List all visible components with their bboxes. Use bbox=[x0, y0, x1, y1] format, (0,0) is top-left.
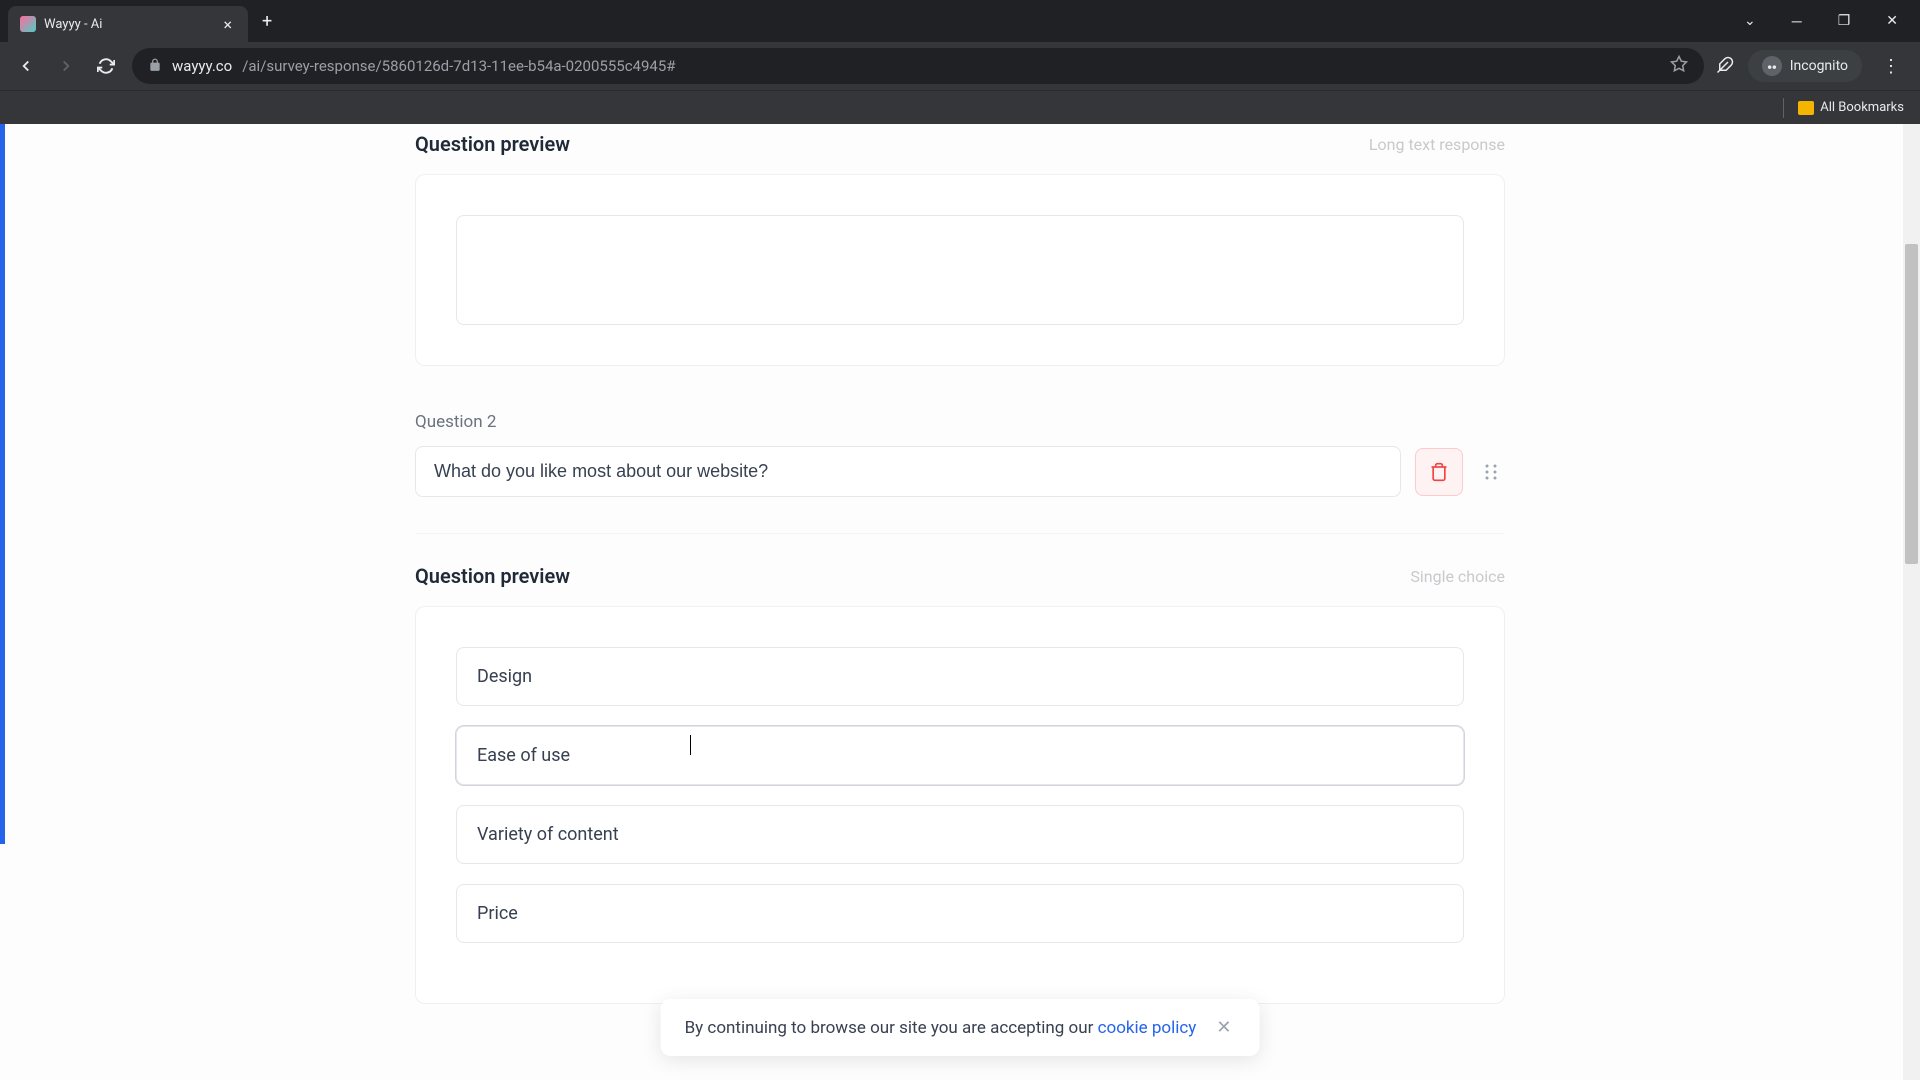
choice-option-variety[interactable]: Variety of content bbox=[456, 805, 1464, 864]
bookmarks-label: All Bookmarks bbox=[1820, 100, 1904, 115]
browser-tab-bar: Wayyy - Ai × + ⌄ ─ ❐ ✕ bbox=[0, 0, 1920, 42]
question-2-input[interactable] bbox=[415, 446, 1401, 497]
window-maximize-icon[interactable]: ❐ bbox=[1824, 5, 1865, 37]
text-cursor bbox=[690, 735, 691, 755]
forward-button[interactable] bbox=[52, 52, 80, 80]
url-path: /ai/survey-response/5860126d-7d13-11ee-b… bbox=[242, 57, 675, 75]
long-text-response-preview[interactable] bbox=[456, 215, 1464, 325]
cookie-policy-link[interactable]: cookie policy bbox=[1098, 1018, 1197, 1038]
url-host: wayyy.co bbox=[172, 57, 232, 75]
q1-preview-title: Question preview bbox=[415, 132, 570, 156]
choice-option-ease[interactable]: Ease of use bbox=[456, 726, 1464, 785]
cookie-text: By continuing to browse our site you are… bbox=[685, 1018, 1197, 1038]
back-button[interactable] bbox=[12, 52, 40, 80]
page-content: Question preview Long text response Ques… bbox=[0, 124, 1920, 1080]
scrollbar-thumb[interactable] bbox=[1905, 244, 1918, 564]
drag-handle-icon bbox=[1483, 462, 1499, 482]
cookie-close-icon[interactable]: ✕ bbox=[1212, 1017, 1235, 1038]
tab-close-icon[interactable]: × bbox=[219, 15, 236, 34]
trash-icon bbox=[1429, 462, 1449, 482]
left-accent-bar bbox=[0, 124, 5, 844]
delete-question-button[interactable] bbox=[1415, 448, 1463, 496]
q2-preview-title: Question preview bbox=[415, 564, 570, 588]
tab-title: Wayyy - Ai bbox=[44, 17, 211, 32]
choice-option-design[interactable]: Design bbox=[456, 647, 1464, 706]
drag-handle[interactable] bbox=[1477, 448, 1505, 496]
choice-option-price[interactable]: Price bbox=[456, 884, 1464, 943]
q2-preview-box: Design Ease of use Variety of content Pr… bbox=[415, 606, 1505, 1004]
url-input[interactable]: wayyy.co/ai/survey-response/5860126d-7d1… bbox=[132, 48, 1704, 84]
browser-menu-icon[interactable]: ⋮ bbox=[1874, 56, 1908, 77]
incognito-badge[interactable]: Incognito bbox=[1748, 50, 1862, 82]
scrollbar-track[interactable] bbox=[1903, 124, 1920, 1080]
window-close-icon[interactable]: ✕ bbox=[1872, 5, 1912, 37]
lock-icon bbox=[148, 57, 162, 76]
cookie-banner: By continuing to browse our site you are… bbox=[661, 999, 1260, 1056]
address-bar: wayyy.co/ai/survey-response/5860126d-7d1… bbox=[0, 42, 1920, 90]
q1-preview-type: Long text response bbox=[1369, 135, 1505, 154]
folder-icon bbox=[1798, 101, 1814, 115]
reload-button[interactable] bbox=[92, 52, 120, 80]
bookmark-star-icon[interactable] bbox=[1670, 55, 1688, 77]
question-2-label: Question 2 bbox=[415, 412, 1505, 432]
q2-preview-type: Single choice bbox=[1410, 567, 1505, 586]
divider bbox=[415, 533, 1505, 534]
incognito-icon bbox=[1762, 56, 1782, 76]
q1-preview-box bbox=[415, 174, 1505, 366]
tab-favicon bbox=[20, 16, 36, 32]
bookmarks-bar: All Bookmarks bbox=[0, 90, 1920, 124]
tab-search-icon[interactable]: ⌄ bbox=[1730, 5, 1770, 37]
window-minimize-icon[interactable]: ─ bbox=[1778, 5, 1816, 38]
extensions-icon[interactable] bbox=[1716, 56, 1736, 76]
browser-tab-active[interactable]: Wayyy - Ai × bbox=[8, 6, 248, 42]
incognito-label: Incognito bbox=[1790, 58, 1848, 74]
new-tab-button[interactable]: + bbox=[248, 11, 286, 32]
all-bookmarks-button[interactable]: All Bookmarks bbox=[1798, 100, 1904, 115]
